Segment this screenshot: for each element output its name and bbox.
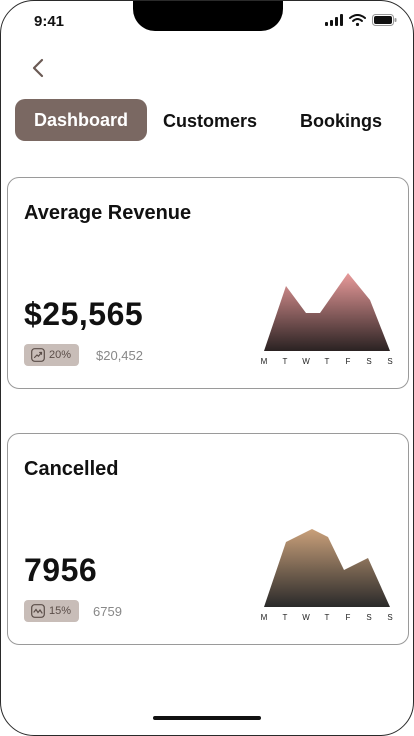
status-icons <box>325 14 397 26</box>
trending-up-icon <box>31 348 45 362</box>
status-bar: 9:41 <box>1 1 413 45</box>
trend-wave-icon <box>31 604 45 618</box>
tab-dashboard[interactable]: Dashboard <box>15 99 147 141</box>
tab-bookings[interactable]: Bookings <box>300 99 382 141</box>
average-revenue-card[interactable]: Average Revenue $25,565 20% $20,452 M T <box>7 177 409 389</box>
revenue-area-chart: M T W T F S S <box>261 273 393 366</box>
status-time: 9:41 <box>34 13 65 30</box>
change-percent: 15% <box>49 605 72 617</box>
revenue-area <box>264 273 390 351</box>
x-tick-label: S <box>387 357 392 366</box>
x-tick-label: F <box>346 357 351 366</box>
x-tick-label: T <box>325 613 330 622</box>
cancelled-area-chart: M T W T F S S <box>261 529 393 622</box>
previous-value: 6759 <box>93 604 122 619</box>
x-tick-label: W <box>302 357 310 366</box>
tab-customers[interactable]: Customers <box>163 99 257 141</box>
battery-icon <box>372 14 397 26</box>
x-tick-label: W <box>302 613 310 622</box>
home-indicator[interactable] <box>153 716 261 720</box>
x-tick-label: M <box>261 357 268 366</box>
notch <box>133 1 283 31</box>
wifi-icon <box>349 14 366 26</box>
change-badge: 15% <box>24 600 80 622</box>
x-tick-label: M <box>261 613 268 622</box>
x-tick-label: T <box>283 613 288 622</box>
card-value: $25,565 <box>24 296 144 332</box>
x-tick-label: T <box>283 357 288 366</box>
x-tick-label: S <box>366 613 371 622</box>
cellular-signal-icon <box>325 14 343 26</box>
x-axis-labels: M T W T F S S <box>261 357 393 366</box>
card-title: Cancelled <box>24 458 119 480</box>
x-tick-label: T <box>325 357 330 366</box>
phone-frame: 9:41 Dashboard Customers Bookings Averag… <box>0 0 414 736</box>
change-badge: 20% <box>24 344 80 366</box>
change-percent: 20% <box>49 349 72 361</box>
previous-value: $20,452 <box>96 348 143 363</box>
cancelled-area <box>264 529 390 607</box>
card-value: 7956 <box>24 552 98 588</box>
card-title: Average Revenue <box>24 202 192 224</box>
tab-bar: Dashboard Customers Bookings <box>15 99 403 141</box>
back-arrow-icon[interactable] <box>27 56 51 80</box>
x-tick-label: F <box>346 613 351 622</box>
x-tick-label: S <box>387 613 392 622</box>
x-tick-label: S <box>366 357 371 366</box>
cancelled-card[interactable]: Cancelled 7956 15% 6759 M T W T F S S <box>7 433 409 645</box>
x-axis-labels: M T W T F S S <box>261 613 393 622</box>
